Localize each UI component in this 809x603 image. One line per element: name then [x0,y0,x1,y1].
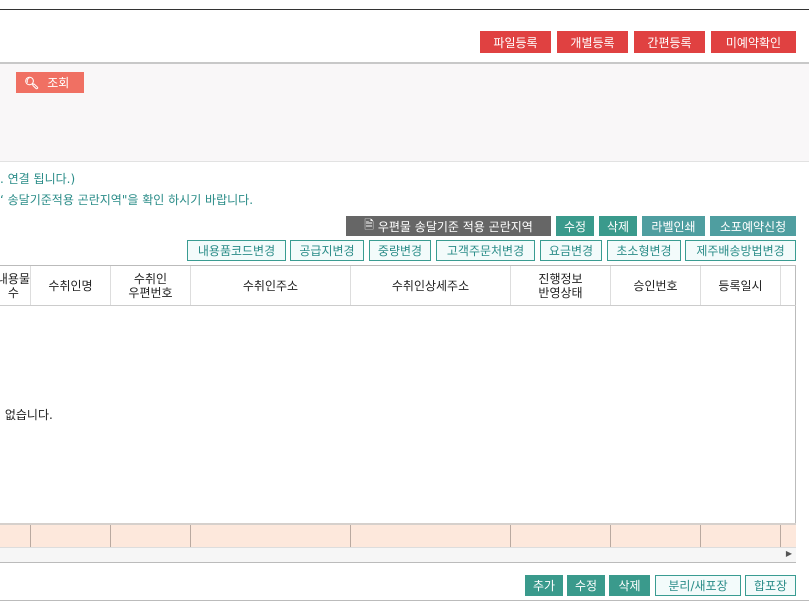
bottom-delete-button[interactable]: 삭제 [609,575,650,596]
header-divider [0,305,796,306]
individual-register-button[interactable]: 개별등록 [557,31,628,53]
notice-line-1: . 연결 됩니다.) [0,172,76,186]
search-button-label: 조회 [47,76,70,90]
merge-pack-button[interactable]: 합포장 [745,575,796,596]
top-divider [0,9,809,10]
cell-divider [30,525,31,547]
cell-divider [510,525,511,547]
bottom-divider [0,600,809,601]
unreserved-check-button[interactable]: 미예약확인 [711,31,796,53]
document-info-icon: 🗎︎ [364,217,374,232]
edit-button[interactable]: 수정 [556,216,594,236]
col-content-count[interactable]: 내용물 수 [0,266,31,306]
scroll-right-arrow-icon[interactable]: ▶ [786,549,792,558]
micro-size-change-button[interactable]: 초소형변경 [607,240,681,261]
bottom-edit-button[interactable]: 수정 [567,575,605,596]
cell-divider [350,525,351,547]
empty-message: ㅏ 없습니다. [0,408,53,422]
search-button[interactable]: 🔍︎ 조회 [16,72,84,93]
simple-register-button[interactable]: 간편등록 [634,31,705,53]
content-code-change-button[interactable]: 내용품코드변경 [187,240,286,261]
cell-divider [190,525,191,547]
customer-order-change-button[interactable]: 고객주문처변경 [436,240,535,261]
difficult-area-button[interactable]: 🗎︎ 우편물 송달기준 적용 곤란지역 [346,216,551,236]
supplier-change-button[interactable]: 공급지변경 [290,240,364,261]
difficult-area-label: 우편물 송달기준 적용 곤란지역 [377,219,533,234]
weight-change-button[interactable]: 중량변경 [369,240,431,261]
col-progress-status[interactable]: 진행정보 반영상태 [511,266,611,306]
col-register-datetime[interactable]: 등록일시 [701,266,781,306]
cell-divider [610,525,611,547]
fee-change-button[interactable]: 요금변경 [540,240,602,261]
col-recipient-zip[interactable]: 수취인 우편번호 [111,266,191,306]
cell-divider [110,525,111,547]
horizontal-scrollbar[interactable]: ▶ [0,547,796,562]
col-recipient-name[interactable]: 수취인명 [31,266,111,306]
jeju-delivery-change-button[interactable]: 제주배송방법변경 [685,240,796,261]
col-recipient-address[interactable]: 수취인주소 [191,266,351,306]
label-print-button[interactable]: 라벨인쇄 [642,216,705,236]
split-repack-button[interactable]: 분리/새포장 [655,575,741,596]
summary-row [0,523,796,547]
notice-line-2: ‘ 송달기준적용 곤란지역"을 확인 하시기 바랍니다. [0,193,254,207]
col-recipient-detail-address[interactable]: 수취인상세주소 [351,266,511,306]
search-panel [0,64,809,162]
cell-divider [780,525,781,547]
file-register-button[interactable]: 파일등록 [480,31,551,53]
search-icon: 🔍︎ [24,75,40,90]
add-button[interactable]: 추가 [525,575,563,596]
cell-divider [700,525,701,547]
delete-button[interactable]: 삭제 [599,216,637,236]
parcel-reserve-button[interactable]: 소포예약신청 [710,216,796,236]
col-approval-number[interactable]: 승인번호 [611,266,701,306]
data-grid [0,265,796,563]
